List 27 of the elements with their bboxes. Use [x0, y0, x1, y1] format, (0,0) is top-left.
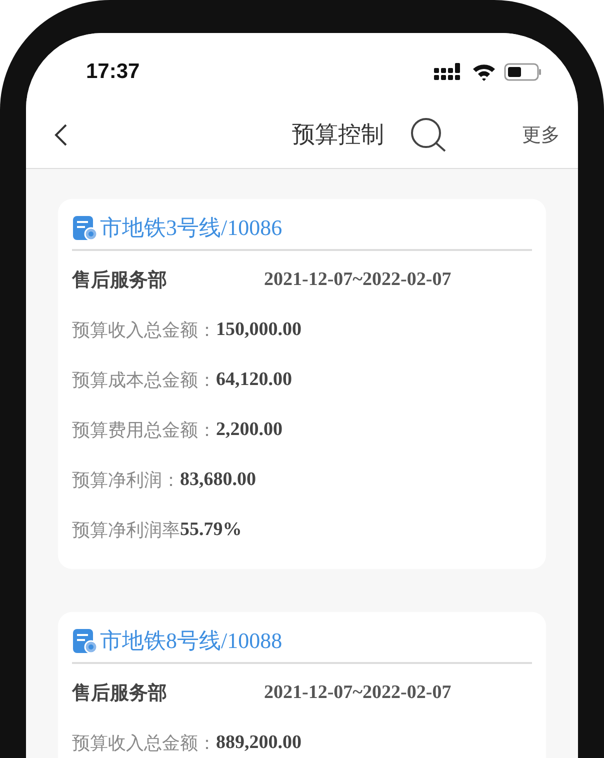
document-icon: [72, 628, 98, 654]
field-value: 83,680.00: [180, 469, 256, 491]
field-label: 预算费用总金额：: [72, 419, 216, 442]
department-label: 售后服务部: [72, 681, 168, 706]
field-value: 64,120.00: [216, 369, 292, 391]
field-value: 2,200.00: [216, 419, 282, 441]
wifi-icon: [472, 63, 496, 81]
date-range: 2021-12-07~2022-02-07: [264, 269, 452, 291]
back-icon[interactable]: [54, 122, 68, 146]
search-icon[interactable]: [410, 116, 448, 152]
field-label: 预算收入总金额：: [72, 319, 216, 342]
battery-icon: [504, 63, 542, 81]
department-label: 售后服务部: [72, 268, 168, 293]
field-label: 预算成本总金额：: [72, 369, 216, 392]
field-value: 150,000.00: [216, 319, 302, 341]
field-label: 预算收入总金额：: [72, 732, 216, 755]
page-title: 预算控制: [292, 121, 384, 150]
field-value: 55.79%: [180, 519, 242, 541]
status-time: 17:37: [86, 60, 140, 84]
project-title[interactable]: 市地铁8号线/10088: [100, 626, 282, 656]
field-label: 预算净利润：: [72, 469, 180, 492]
field-label: 预算净利润率: [72, 519, 180, 542]
project-title[interactable]: 市地铁3号线/10086: [100, 213, 282, 243]
more-button[interactable]: 更多: [522, 122, 560, 148]
date-range: 2021-12-07~2022-02-07: [264, 682, 452, 704]
field-value: 889,200.00: [216, 732, 302, 754]
document-icon: [72, 215, 98, 241]
